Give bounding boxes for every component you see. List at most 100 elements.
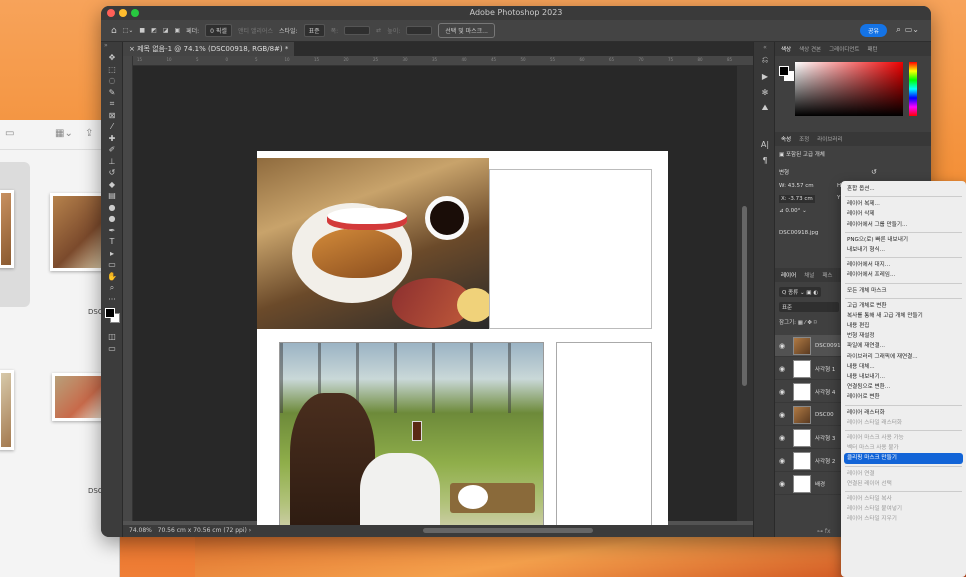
foreground-swatch[interactable] — [779, 66, 789, 76]
zoom-tool-icon[interactable]: ⌕ — [101, 282, 123, 294]
height-input[interactable] — [406, 26, 433, 35]
document-tab[interactable]: × 제목 없음-1 @ 74.1% (DSC00918, RGB/8#) * — [123, 42, 295, 56]
lasso-tool-icon[interactable]: ◌ — [101, 75, 123, 87]
screen-mode-icon[interactable]: ▭ — [101, 343, 123, 355]
stamp-tool-icon[interactable]: ⊥ — [101, 156, 123, 168]
fx-icon[interactable]: fx — [825, 528, 831, 535]
share-button[interactable]: 공유 — [859, 24, 887, 37]
menu-item[interactable]: 혼합 옵션... — [841, 184, 966, 194]
view-grid-icon[interactable]: ▦⌄ — [55, 128, 73, 139]
menu-item[interactable]: 내용 대체... — [841, 362, 966, 372]
menu-item[interactable]: 레이어에서 대지... — [841, 260, 966, 270]
y-field[interactable]: Y — [837, 195, 840, 201]
tab-color[interactable]: 색상 — [781, 45, 791, 53]
minimize-button[interactable] — [119, 9, 127, 17]
tab-paths[interactable]: 패스 — [822, 271, 832, 279]
horizontal-scrollbar[interactable] — [423, 528, 593, 533]
visibility-eye-icon[interactable]: ◉ — [775, 342, 789, 350]
foreground-color[interactable] — [105, 308, 115, 318]
menu-item[interactable]: 내보내기 형식... — [841, 245, 966, 255]
eraser-tool-icon[interactable]: ◆ — [101, 179, 123, 191]
menu-item[interactable]: 레이어 래스터화 — [841, 408, 966, 418]
layer-name[interactable]: 사각형 4 — [815, 388, 835, 396]
eyedropper-tool-icon[interactable]: ⁄ — [101, 121, 123, 133]
zoom-level[interactable]: 74.08% — [129, 527, 152, 534]
hand-tool-icon[interactable]: ✋ — [101, 271, 123, 283]
scroll-thumb[interactable] — [742, 206, 747, 386]
file-thumbnail[interactable] — [0, 190, 14, 268]
color-swatch-pair[interactable] — [779, 66, 795, 82]
layer-name[interactable]: 사각형 3 — [815, 434, 835, 442]
menu-item[interactable]: 고급 개체로 변환 — [841, 301, 966, 311]
brush-tool-icon[interactable]: ✐ — [101, 144, 123, 156]
healing-tool-icon[interactable]: ✚ — [101, 133, 123, 145]
close-button[interactable] — [107, 9, 115, 17]
tab-layers[interactable]: 레이어 — [781, 271, 796, 279]
layer-name[interactable]: 사각형 1 — [815, 365, 835, 373]
paragraph-panel-icon[interactable]: ¶ — [754, 152, 776, 168]
layer-filter-select[interactable]: Q 종류 ⌄ ▣ ◐ — [779, 287, 822, 297]
intersect-selection-icon[interactable]: ▣ — [174, 27, 180, 34]
visibility-eye-icon[interactable]: ◉ — [775, 434, 789, 442]
menu-item[interactable]: 라이브러리 그래픽에 재연결... — [841, 352, 966, 362]
tab-gradients[interactable]: 그레이디언트 — [829, 45, 859, 53]
frame-tool-icon[interactable]: ⊠ — [101, 110, 123, 122]
croissant-photo[interactable] — [257, 158, 489, 329]
more-tools-icon[interactable]: ··· — [101, 294, 123, 306]
character-panel-icon[interactable]: A| — [754, 136, 776, 152]
file-thumbnail[interactable] — [52, 373, 108, 421]
shape-tool-icon[interactable]: ▭ — [101, 259, 123, 271]
tab-swatches[interactable]: 색상 견본 — [799, 45, 821, 53]
pen-tool-icon[interactable]: ✒ — [101, 225, 123, 237]
menu-item[interactable]: 내용 편집 — [841, 321, 966, 331]
antialias-checkbox[interactable]: 앤티 앨리어스 — [238, 26, 273, 35]
link-layers-icon[interactable]: ⊶ — [817, 528, 825, 535]
marquee-tool-icon[interactable]: ⬚ — [101, 64, 123, 76]
menu-item[interactable]: 레이어에서 프레임... — [841, 270, 966, 280]
hue-slider[interactable] — [909, 62, 917, 116]
file-thumbnail[interactable] — [50, 193, 108, 271]
quick-select-tool-icon[interactable]: ✎ — [101, 87, 123, 99]
document-canvas[interactable] — [257, 151, 668, 537]
select-mask-button[interactable]: 선택 및 마스크... — [438, 23, 495, 38]
marquee-preset-icon[interactable]: ⬚⌄ — [123, 27, 134, 34]
file-thumbnail[interactable] — [0, 370, 14, 450]
layer-name[interactable]: 사각형 2 — [815, 457, 835, 465]
move-tool-icon[interactable]: ✥ — [101, 52, 123, 64]
rectangle-frame-3[interactable] — [556, 342, 652, 537]
style-select[interactable]: 표준 — [303, 24, 325, 37]
actions-panel-icon[interactable]: ▶ — [754, 68, 776, 84]
status-arrow-icon[interactable]: › — [249, 527, 251, 534]
collapse-icon[interactable]: « — [754, 42, 776, 52]
quick-mask-icon[interactable]: ◫ — [101, 331, 123, 343]
tab-channels[interactable]: 채널 — [804, 271, 814, 279]
canvas-area[interactable] — [133, 66, 741, 537]
path-select-icon[interactable]: ▸ — [101, 248, 123, 260]
tab-patterns[interactable]: 패턴 — [868, 45, 878, 53]
swap-icon[interactable]: ⇄ — [376, 27, 381, 34]
menu-item[interactable]: 레이어로 변환 — [841, 392, 966, 402]
vertical-scrollbar[interactable] — [737, 66, 753, 521]
menu-item[interactable]: 레이어 삭제 — [841, 209, 966, 219]
width-value[interactable]: W: 43.57 cm — [779, 183, 814, 189]
menu-item[interactable]: 파일에 재연결... — [841, 341, 966, 351]
layer-name[interactable]: 배경 — [815, 480, 825, 488]
visibility-eye-icon[interactable]: ◉ — [775, 457, 789, 465]
menu-item[interactable]: 모든 개체 마스크 — [841, 286, 966, 296]
brush-settings-icon[interactable]: ✻ — [754, 84, 776, 100]
x-value[interactable]: X: -3.73 cm — [779, 195, 815, 203]
crop-tool-icon[interactable]: ⌗ — [101, 98, 123, 110]
angle-field[interactable]: ⊿ 0.00° ⌄ — [779, 208, 807, 214]
home-icon[interactable]: ⌂ — [111, 26, 117, 36]
menu-item[interactable]: PNG으(로) 빠른 내보내기 — [841, 235, 966, 245]
tab-properties[interactable]: 속성 — [781, 135, 791, 143]
rectangle-frame-1[interactable] — [489, 169, 652, 329]
zoom-button[interactable] — [131, 9, 139, 17]
new-selection-icon[interactable]: ■ — [139, 27, 145, 34]
type-tool-icon[interactable]: T — [101, 236, 123, 248]
blend-mode-select[interactable]: 표준 — [779, 302, 839, 312]
subtract-selection-icon[interactable]: ◪ — [163, 27, 169, 34]
color-swatches[interactable] — [101, 305, 122, 331]
history-brush-icon[interactable]: ↺ — [101, 167, 123, 179]
search-icon[interactable]: ⌕ — [896, 25, 901, 35]
